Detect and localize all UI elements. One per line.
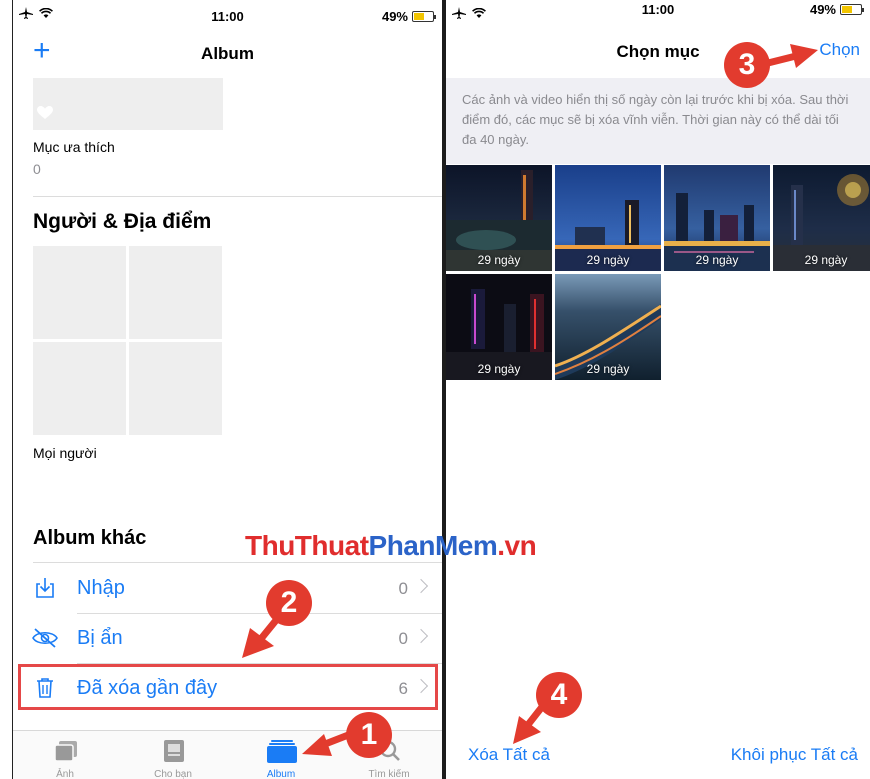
step-badge-4: 4 <box>536 672 582 718</box>
album-navbar: + Album <box>13 28 442 78</box>
chevron-right-icon <box>413 578 429 594</box>
watermark: ThuThuatPhanMem.vn <box>245 530 537 561</box>
recover-all-button[interactable]: Khôi phục Tất cả <box>731 745 858 765</box>
people-places-title: Người & Địa điểm <box>33 210 212 233</box>
battery-icon <box>412 11 436 22</box>
status-time: 11:00 <box>211 9 244 24</box>
people-thumbnail-1[interactable] <box>33 246 126 339</box>
photos-icon <box>54 741 77 762</box>
deleted-photo-2[interactable]: 29 ngày <box>555 165 661 271</box>
days-remaining-label: 29 ngày <box>477 362 521 376</box>
days-remaining-label: 29 ngày <box>586 362 630 376</box>
tab-label: Ảnh <box>56 769 74 779</box>
deleted-photo-4[interactable]: 29 ngày <box>773 165 870 271</box>
status-time: 11:00 <box>641 2 675 17</box>
page-title: Album <box>201 44 254 63</box>
divider <box>33 562 442 563</box>
battery-icon <box>840 4 864 15</box>
people-label: Mọi người <box>33 445 97 461</box>
deleted-photo-1[interactable]: 29 ngày <box>446 165 552 271</box>
days-remaining-label: 29 ngày <box>477 253 521 267</box>
tab-label: Album <box>266 769 296 779</box>
tab-label: Cho bạn <box>154 769 192 779</box>
for-you-icon <box>164 740 184 762</box>
people-thumbnail-2[interactable] <box>129 246 222 339</box>
deleted-photo-6[interactable]: 29 ngày <box>555 274 661 380</box>
album-row-import[interactable]: Nhập 0 <box>13 564 442 612</box>
tab-label: Tìm kiếm <box>368 769 410 779</box>
days-remaining-label: 29 ngày <box>804 253 848 267</box>
recently-deleted-screen: 11:00 49% Chọn mục Chọn Các ảnh và video… <box>446 0 870 779</box>
album-row-label: Bị ẩn <box>77 627 123 649</box>
people-thumbnail-4[interactable] <box>129 342 222 435</box>
step-badge-3: 3 <box>724 42 770 88</box>
favorites-count: 0 <box>33 161 41 177</box>
album-row-count: 0 <box>398 579 408 598</box>
divider <box>33 196 442 197</box>
chevron-right-icon <box>413 628 429 644</box>
favorites-label: Mục ưa thích <box>33 139 115 155</box>
deleted-photo-5[interactable]: 29 ngày <box>446 274 552 380</box>
album-screen: 11:00 49% + Album Mục ưa thích 0 Người &… <box>12 0 442 779</box>
tab-for-you[interactable]: Cho bạn <box>123 731 223 779</box>
heart-icon <box>37 106 53 119</box>
highlight-box <box>18 664 438 710</box>
deleted-photo-3[interactable]: 29 ngày <box>664 165 770 271</box>
album-row-count: 0 <box>398 629 408 648</box>
battery-percent: 49% <box>381 9 408 24</box>
status-bar: 11:00 49% <box>13 0 442 28</box>
info-banner: Các ảnh và video hiển thị số ngày còn lạ… <box>446 78 870 164</box>
days-remaining-label: 29 ngày <box>695 253 739 267</box>
battery-percent: 49% <box>809 2 836 17</box>
days-remaining-label: 29 ngày <box>586 253 630 267</box>
album-row-label: Nhập <box>77 577 125 599</box>
step-badge-1: 1 <box>346 712 392 758</box>
tab-photos[interactable]: Ảnh <box>15 731 115 779</box>
step-badge-2: 2 <box>266 580 312 626</box>
album-row-hidden[interactable]: Bị ẩn 0 <box>13 614 442 662</box>
people-thumbnail-3[interactable] <box>33 342 126 435</box>
select-button[interactable]: Chọn <box>819 40 860 60</box>
eye-slash-icon <box>32 628 58 648</box>
favorites-thumbnail[interactable] <box>33 78 223 130</box>
import-icon <box>36 578 54 598</box>
other-albums-title: Album khác <box>33 527 147 549</box>
